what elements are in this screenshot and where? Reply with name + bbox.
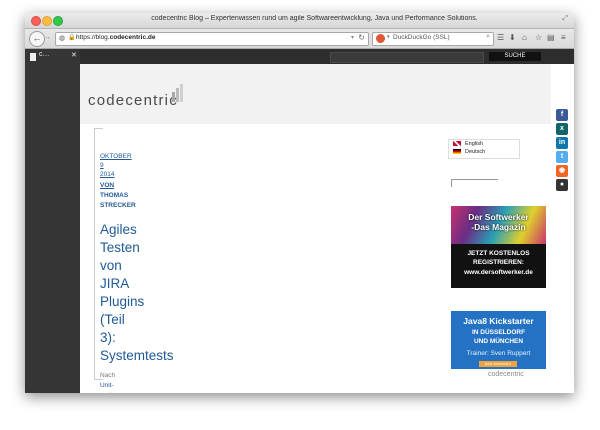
sidebar-tab-label[interactable]: c… [39,51,50,58]
url-text: https://blog.codecentric.de [76,34,156,41]
home-icon[interactable]: ⌂ [522,33,527,43]
post-title-line[interactable]: (Teil [100,311,125,329]
ad-headline: Der Softwerker [468,212,529,222]
german-flag-icon [453,149,461,155]
site-search-input[interactable] [330,52,484,63]
ad-logo: codecentric [488,371,524,378]
ad-trainer: Trainer: Sven Ruppert [466,350,531,357]
bookmark-star-icon[interactable]: ☆ [535,33,542,43]
globe-icon: ◍ [59,35,66,42]
post-year[interactable]: 2014 [100,171,114,178]
close-window-button[interactable] [31,16,41,26]
post-title-line[interactable]: Testen [100,239,140,257]
menu-icon[interactable]: ≡ [561,33,566,43]
post-title-line[interactable]: von [100,257,122,275]
ad-text: REGISTRIEREN: [473,259,524,266]
fullscreen-icon[interactable]: ⤢ [562,15,568,23]
ad-register-button[interactable]: jetzt anmelden [479,361,517,367]
window-title: codecentric Blog – Expertenwissen rund u… [151,15,478,22]
softwerker-ad-banner[interactable]: Der Softwerker -Das Magazin JETZT KOSTEN… [451,206,546,288]
logo-mark-icon [172,84,183,102]
post-month[interactable]: OKTOBER [100,153,132,160]
reload-icon[interactable]: ↻ [358,33,365,42]
duckduckgo-icon [376,34,385,43]
site-logo[interactable]: codecentric [88,92,178,109]
lock-icon: 🔒 [68,35,76,41]
post-title-line[interactable]: JIRA [100,275,129,293]
sidebar-widget-box [451,179,498,187]
ad-location: UND MÜNCHEN [473,338,524,345]
chevron-down-icon[interactable]: ▾ [387,34,390,40]
forward-button[interactable]: → [44,33,52,43]
java8-ad-banner[interactable]: Java8 Kickstarter IN DÜSSELDORF UND MÜNC… [451,311,546,369]
bookmarks-list-icon[interactable]: ▤ [547,33,555,43]
twitter-icon[interactable]: t [556,151,568,163]
ad-location: IN DÜSSELDORF [471,329,526,336]
close-icon[interactable]: ✕ [71,51,77,59]
page-icon [30,53,36,61]
post-author-first[interactable]: THOMAS [100,192,128,199]
chevron-down-icon[interactable]: ▾ [351,34,354,41]
site-top-bar: SUCHE [80,49,574,64]
language-deutsch[interactable]: Deutsch [453,149,485,155]
language-switcher: English Deutsch [448,139,520,159]
web-page: SUCHE codecentric OKTOBER 9 2014 VON THO… [80,49,574,393]
zoom-window-button[interactable] [53,16,63,26]
uk-flag-icon [453,141,461,147]
xing-icon[interactable]: x [556,123,568,135]
rss-icon[interactable]: ◉ [556,165,568,177]
browser-window: codecentric Blog – Expertenwissen rund u… [25,13,574,393]
linkedin-icon[interactable]: in [556,137,568,149]
search-engine-placeholder: DuckDuckGo (SSL) [393,34,450,41]
ad-text: JETZT KOSTENLOS [467,250,530,257]
ad-subheadline: -Das Magazin [471,222,526,232]
reader-icon[interactable]: ☰ [497,33,504,43]
ad-url: www.dersoftwerker.de [464,269,533,276]
post-title-line[interactable]: Systemtests [100,347,174,365]
title-bar: codecentric Blog – Expertenwissen rund u… [25,13,574,29]
github-icon[interactable]: ● [556,179,568,191]
ad-title: Java8 Kickstarter [463,316,534,326]
post-day[interactable]: 9 [100,162,104,169]
search-bar[interactable]: ▾ DuckDuckGo (SSL) ⌕ [372,32,494,46]
post-excerpt-line: and [100,390,111,393]
url-bar[interactable]: ◍ 🔒 https://blog.codecentric.de ▾ ↻ [55,32,369,46]
facebook-icon[interactable]: f [556,109,568,121]
back-button[interactable]: ← [29,31,45,47]
browser-toolbar: ← → ◍ 🔒 https://blog.codecentric.de ▾ ↻ … [25,29,574,49]
download-icon[interactable]: ⬇ [509,33,516,43]
post-by: VON [100,182,115,189]
language-english[interactable]: English [453,141,483,147]
search-button[interactable]: SUCHE [489,52,541,61]
tab-sidebar: c… ✕ [25,49,80,393]
minimize-window-button[interactable] [42,16,52,26]
post-author-last[interactable]: STRECKER [100,202,136,209]
post-title-line[interactable]: Plugins [100,293,144,311]
post-title-line[interactable]: Agiles [100,221,137,239]
post-title-line[interactable]: 3): [100,329,116,347]
search-icon[interactable]: ⌕ [486,33,490,41]
site-header: codecentric [80,64,551,124]
